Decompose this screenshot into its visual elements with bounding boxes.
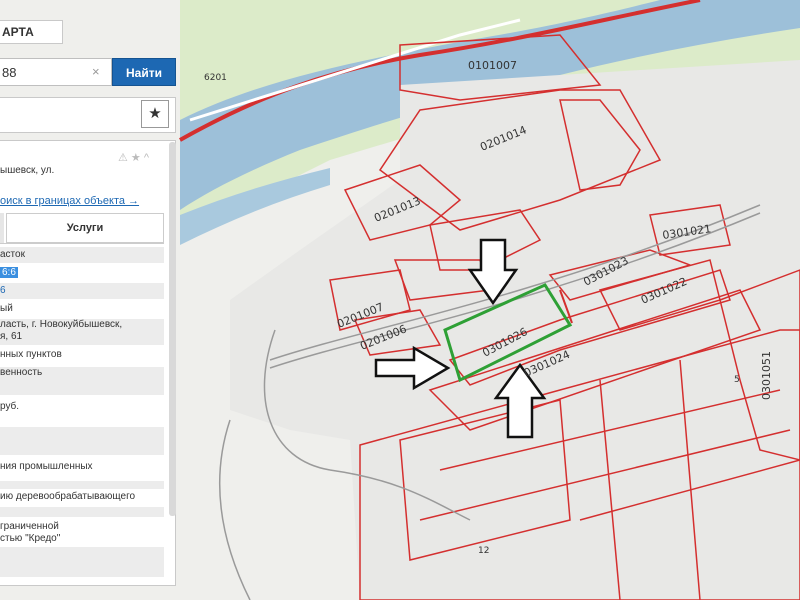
object-card: ⚠ ★ ^ ышевск, ул. оиск в границах объект… <box>0 140 176 586</box>
block-number: 5 <box>734 375 740 385</box>
card-row: ый <box>0 303 13 314</box>
card-row: я, 61 <box>0 331 164 345</box>
card-row <box>0 507 164 517</box>
cadastral-number-highlight: 6:6 <box>0 267 18 278</box>
card-row: ния промышленных <box>0 461 93 472</box>
block-number: 12 <box>478 546 489 556</box>
parcel-label: 0301051 <box>760 351 773 400</box>
card-row: руб. <box>0 401 20 412</box>
card-tabs: Услуги <box>0 213 164 244</box>
card-row: асток <box>0 247 164 263</box>
info-panel: АРТА 88 × Найти ★ ⚠ ★ ^ ышевск, ул. оиск… <box>0 0 181 600</box>
card-address: ышевск, ул. <box>0 165 55 176</box>
card-row: венность <box>0 367 164 395</box>
card-row <box>0 481 164 489</box>
tab-services[interactable]: Услуги <box>6 213 164 243</box>
card-row <box>0 547 164 577</box>
star-icon[interactable]: ★ <box>141 100 169 128</box>
panel-title: АРТА <box>0 20 63 44</box>
search-in-bounds-link[interactable]: оиск в границах объекта → <box>0 195 139 207</box>
road-number-label: 6201 <box>204 73 227 83</box>
clear-icon[interactable]: × <box>92 64 100 79</box>
parcel-label: 0101007 <box>468 59 517 72</box>
card-row: 6 <box>0 283 164 299</box>
card-row: нных пунктов <box>0 349 62 360</box>
card-actions-icon[interactable]: ⚠ ★ ^ <box>118 151 149 164</box>
card-row: ию деревообрабатывающего <box>0 491 136 502</box>
card-row: стью "Кредо" <box>0 533 61 544</box>
search-input[interactable]: 88 × <box>0 58 112 86</box>
find-button[interactable]: Найти <box>112 58 176 86</box>
card-row: 6:6 <box>0 265 164 281</box>
search-value: 88 <box>2 65 17 80</box>
panel-scrollbar[interactable] <box>169 142 176 516</box>
tab-info[interactable] <box>0 213 4 243</box>
card-row <box>0 427 164 455</box>
